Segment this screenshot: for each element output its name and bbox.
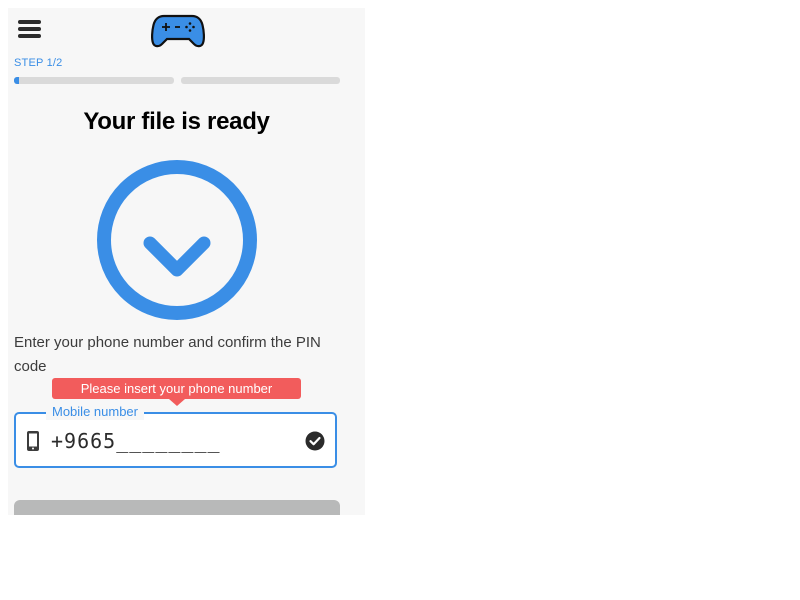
page-title: Your file is ready xyxy=(83,108,270,135)
hamburger-menu-button[interactable] xyxy=(18,18,42,40)
instructions-text: Enter your phone number and confirm the … xyxy=(14,334,321,375)
download-arrow-circle-icon xyxy=(97,160,257,320)
phone-input[interactable] xyxy=(51,424,291,458)
gamepad-icon xyxy=(151,14,205,48)
validation-tooltip: Please insert your phone number xyxy=(52,378,301,406)
check-circle-icon xyxy=(305,431,325,451)
progress-fill xyxy=(14,77,19,84)
menu-bar xyxy=(18,20,41,24)
field-label: Mobile number xyxy=(46,404,144,420)
progress-bar-step-2 xyxy=(181,77,340,84)
menu-bar xyxy=(18,27,41,31)
mobile-phone-icon xyxy=(27,431,39,451)
menu-bar xyxy=(18,34,41,38)
step-label: STEP 1/2 xyxy=(14,57,63,69)
progress-bar-step-1 xyxy=(14,77,174,84)
submit-button[interactable] xyxy=(14,500,340,515)
mobile-number-field[interactable]: Mobile number xyxy=(14,404,337,468)
app-viewport: STEP 1/2 Your file is ready Enter your p… xyxy=(8,8,365,515)
